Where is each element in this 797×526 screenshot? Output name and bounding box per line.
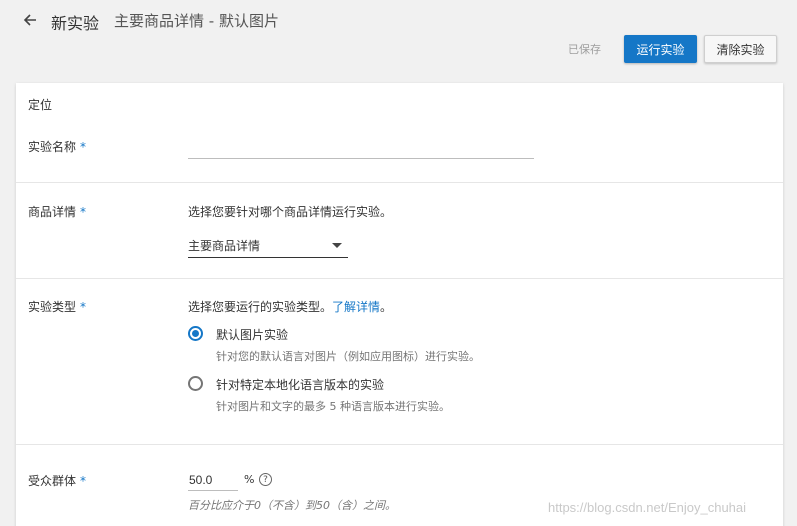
- page-title: 新实验: [51, 14, 100, 33]
- audience-label-text: 受众群体: [28, 474, 77, 488]
- saved-status: 已保存: [568, 43, 601, 56]
- radio-default-image-hint: 针对您的默认语言对图片（例如应用图标）进行实验。: [216, 350, 480, 363]
- page: 新实验 主要商品详情 - 默认图片 已保存 运行实验 清除实验 定位 实验名称 *…: [0, 0, 797, 526]
- required-marker: *: [80, 205, 87, 219]
- experiment-type-description: 选择您要运行的实验类型。了解详情。: [188, 298, 392, 315]
- divider: [16, 182, 783, 183]
- divider: [16, 278, 783, 279]
- required-marker: *: [80, 300, 87, 314]
- experiment-type-label: 实验类型 *: [28, 298, 86, 315]
- listing-label-text: 商品详情: [28, 205, 77, 219]
- radio-unselected-icon[interactable]: [188, 376, 203, 391]
- listing-select-value: 主要商品详情: [188, 239, 261, 253]
- listing-label: 商品详情 *: [28, 203, 86, 220]
- experiment-name-label-text: 实验名称: [28, 140, 77, 154]
- divider: [16, 444, 783, 445]
- section-title: 定位: [28, 98, 53, 112]
- form-card: 定位 实验名称 * 商品详情 * 选择您要针对哪个商品详情运行实验。 主要商品详情 …: [16, 83, 783, 526]
- listing-description: 选择您要针对哪个商品详情运行实验。: [188, 205, 393, 219]
- required-marker: *: [80, 140, 87, 154]
- back-arrow-icon[interactable]: [18, 8, 42, 32]
- required-marker: *: [80, 474, 87, 488]
- radio-default-image-label: 默认图片实验: [216, 328, 289, 342]
- experiment-type-description-text: 选择您要运行的实验类型。: [188, 300, 333, 314]
- audience-label: 受众群体 *: [28, 472, 86, 489]
- radio-selected-icon[interactable]: [188, 326, 203, 341]
- run-experiment-button[interactable]: 运行实验: [624, 35, 697, 63]
- experiment-name-label: 实验名称 *: [28, 138, 86, 155]
- listing-select[interactable]: 主要商品详情: [188, 233, 348, 258]
- radio-localized-hint: 针对图片和文字的最多 5 种语言版本进行实验。: [216, 400, 450, 413]
- experiment-type-label-text: 实验类型: [28, 300, 77, 314]
- help-icon[interactable]: ?: [259, 473, 272, 486]
- dropdown-caret-icon: [332, 243, 342, 248]
- learn-more-link[interactable]: 了解详情: [332, 300, 380, 314]
- audience-range-hint: 百分比应介于0（不含）到50（含）之间。: [188, 499, 396, 512]
- radio-localized-label: 针对特定本地化语言版本的实验: [216, 378, 385, 392]
- audience-percent-input[interactable]: [188, 469, 238, 491]
- page-subtitle: 主要商品详情 - 默认图片: [114, 12, 279, 30]
- top-bar: 新实验 主要商品详情 - 默认图片: [0, 0, 797, 40]
- watermark: https://blog.csdn.net/Enjoy_chuhai: [548, 500, 747, 515]
- period: 。: [380, 300, 393, 314]
- clear-experiment-button[interactable]: 清除实验: [704, 35, 777, 63]
- experiment-name-input[interactable]: [188, 133, 534, 159]
- percent-sign: %: [244, 473, 255, 486]
